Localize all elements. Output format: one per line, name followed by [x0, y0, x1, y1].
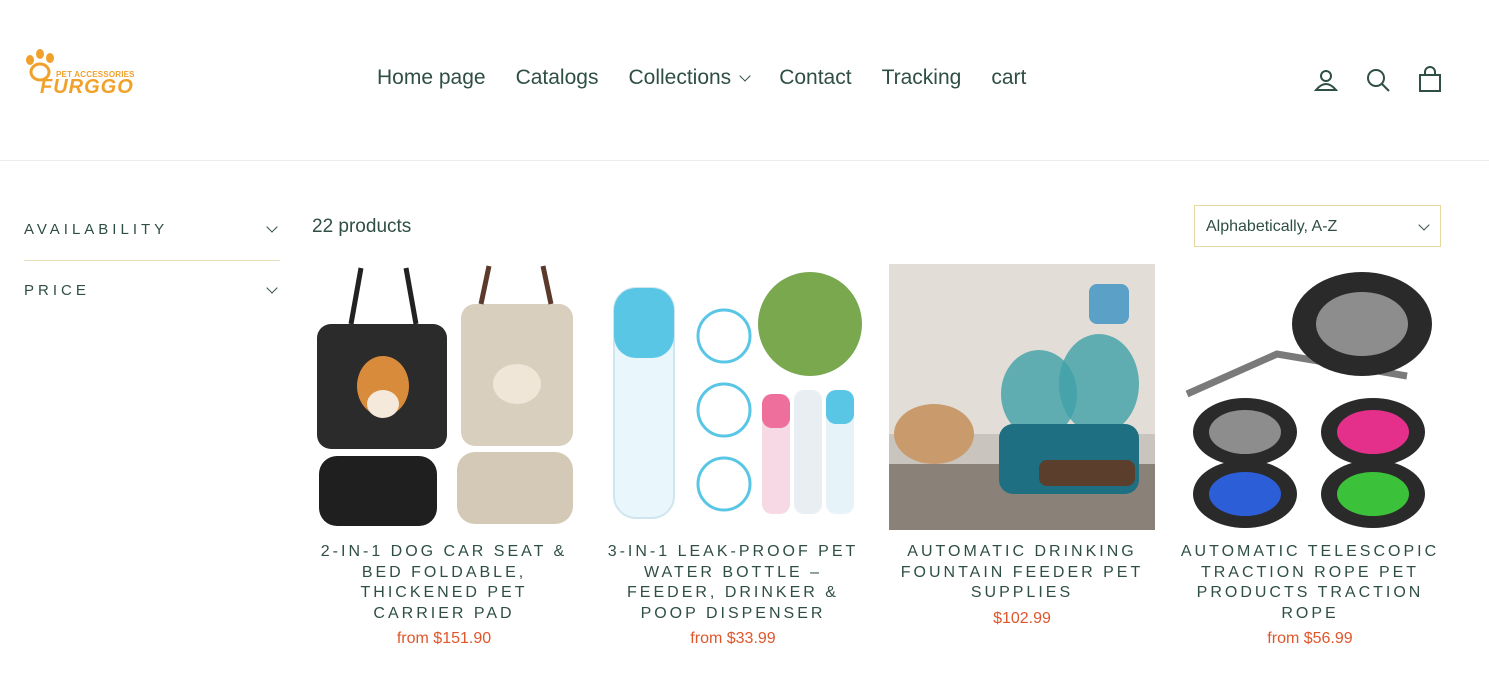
product-price: $102.99: [993, 609, 1051, 627]
product-card[interactable]: 3-in-1 Leak-Proof Pet Water Bottle – Fee…: [600, 264, 866, 648]
product-card[interactable]: Automatic Telescopic Traction Rope Pet P…: [1177, 264, 1443, 648]
product-count: 22 products: [312, 216, 412, 237]
nav-cart[interactable]: cart: [991, 66, 1026, 90]
product-image[interactable]: [889, 264, 1155, 530]
filter-label: AVAILABILITY: [24, 221, 169, 238]
product-image[interactable]: [600, 264, 866, 530]
product-card[interactable]: Automatic Drinking Fountain Feeder Pet S…: [889, 264, 1155, 628]
product-price: from $33.99: [690, 630, 776, 647]
nav-label: Collections: [628, 66, 732, 89]
nav-label: Tracking: [881, 66, 962, 89]
nav-label: cart: [991, 66, 1027, 89]
nav-home-page[interactable]: Home page: [377, 66, 486, 90]
nav-catalogs[interactable]: Catalogs: [516, 66, 599, 90]
product-title[interactable]: 3-in-1 Leak-Proof Pet Water Bottle – Fee…: [600, 542, 866, 624]
user-icon[interactable]: [1312, 66, 1340, 94]
product-price: from $151.90: [396, 630, 492, 647]
nav-label: Catalogs: [515, 66, 599, 89]
brand-name: FURGGO: [40, 76, 134, 98]
product-card[interactable]: 2-in-1 Dog Car Seat & Bed Foldable, Thic…: [311, 264, 577, 648]
chevron-down-icon: [1418, 219, 1430, 231]
nav-contact[interactable]: Contact: [779, 66, 851, 90]
header-icons: [1312, 66, 1468, 94]
site-header: PET ACCESSORIES FURGGO Home page Catalog…: [0, 0, 1489, 161]
chevron-down-icon: [739, 70, 751, 82]
cart-icon[interactable]: [1416, 66, 1444, 94]
product-title[interactable]: 2-in-1 Dog Car Seat & Bed Foldable, Thic…: [311, 542, 577, 624]
product-title[interactable]: Automatic Telescopic Traction Rope Pet P…: [1177, 542, 1443, 624]
search-icon[interactable]: [1364, 66, 1392, 94]
filter-label: PRICE: [24, 282, 90, 299]
nav-tracking[interactable]: Tracking: [882, 66, 962, 90]
filter-price[interactable]: PRICE: [24, 282, 280, 299]
nav-label: Home page: [377, 66, 486, 89]
nav-collections[interactable]: Collections: [628, 66, 751, 90]
brand-logo[interactable]: PET ACCESSORIES FURGGO: [22, 48, 135, 104]
product-image[interactable]: [1177, 264, 1443, 530]
main-nav: Home page Catalogs Collections Contact T…: [377, 66, 1056, 90]
product-price: from $56.99: [1267, 630, 1353, 647]
filter-divider: [24, 260, 280, 261]
sort-select[interactable]: Alphabetically, A-Z: [1194, 205, 1441, 247]
product-image[interactable]: [311, 264, 577, 530]
sort-value: Alphabetically, A-Z: [1206, 218, 1338, 235]
filter-availability[interactable]: AVAILABILITY: [24, 221, 280, 238]
chevron-down-icon: [266, 282, 278, 294]
chevron-down-icon: [266, 221, 278, 233]
nav-label: Contact: [779, 66, 852, 89]
product-title[interactable]: Automatic Drinking Fountain Feeder Pet S…: [889, 542, 1155, 604]
